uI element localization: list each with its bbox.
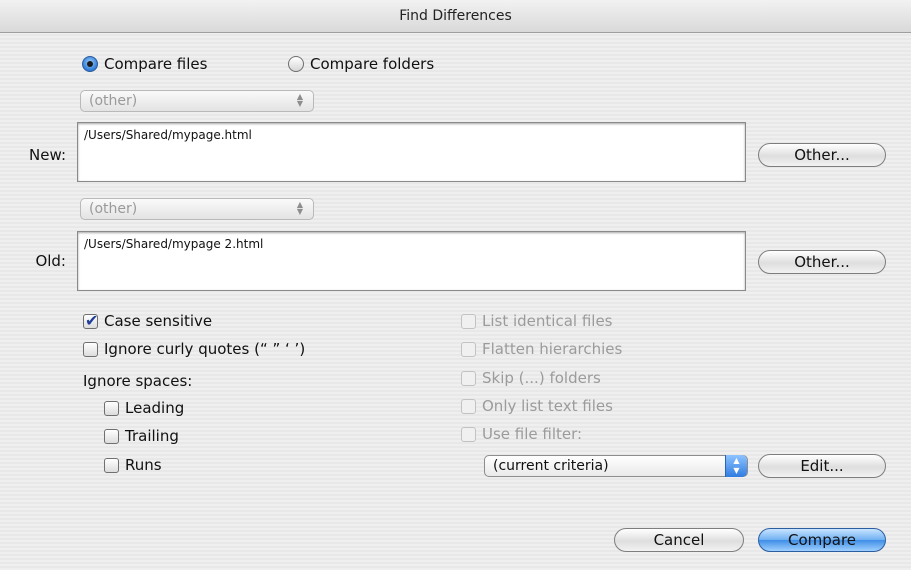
new-path-value: /Users/Shared/mypage.html	[84, 128, 252, 142]
ignore-spaces-label: Ignore spaces:	[83, 372, 193, 390]
new-file-popup[interactable]: (other) ▲ ▼	[80, 90, 314, 112]
checkbox-icon	[461, 313, 476, 329]
compare-files-radio[interactable]: Compare files	[82, 55, 207, 73]
checkbox-icon	[104, 400, 119, 416]
trailing-checkbox[interactable]: Trailing	[104, 427, 179, 445]
only-text-files-checkbox[interactable]: Only list text files	[461, 397, 613, 415]
new-path-field[interactable]: /Users/Shared/mypage.html	[77, 122, 746, 182]
radio-selected-icon	[82, 56, 98, 72]
checkbox-icon	[104, 428, 119, 444]
skip-folders-checkbox[interactable]: Skip (...) folders	[461, 369, 601, 387]
case-sensitive-label: Case sensitive	[104, 312, 213, 330]
use-file-filter-checkbox[interactable]: Use file filter:	[461, 425, 582, 443]
updown-arrows-icon: ▲ ▼	[296, 92, 304, 108]
runs-checkbox[interactable]: Runs	[104, 456, 162, 474]
checkbox-icon	[104, 457, 119, 473]
skip-folders-label: Skip (...) folders	[482, 369, 601, 387]
compare-files-label: Compare files	[104, 55, 208, 73]
updown-arrows-icon: ▲ ▼	[296, 200, 304, 216]
updown-arrows-icon: ▲ ▼	[725, 455, 747, 477]
new-file-popup-value: (other)	[89, 93, 138, 109]
window-title: Find Differences	[399, 8, 512, 24]
flatten-hierarchies-checkbox[interactable]: Flatten hierarchies	[461, 340, 622, 358]
trailing-label: Trailing	[125, 427, 179, 445]
checkbox-icon	[461, 398, 476, 414]
compare-folders-radio[interactable]: Compare folders	[288, 55, 434, 73]
leading-checkbox[interactable]: Leading	[104, 399, 184, 417]
leading-label: Leading	[125, 399, 185, 417]
checkbox-icon	[461, 341, 476, 357]
file-filter-popup-value: (current criteria)	[493, 458, 609, 474]
checkbox-icon	[461, 426, 476, 442]
compare-folders-label: Compare folders	[310, 55, 435, 73]
cancel-button[interactable]: Cancel	[614, 528, 744, 552]
radio-unselected-icon	[288, 56, 304, 72]
old-path-field[interactable]: /Users/Shared/mypage 2.html	[77, 231, 746, 291]
ignore-curly-quotes-label: Ignore curly quotes (“ ” ‘ ’)	[104, 340, 306, 358]
old-file-popup-value: (other)	[89, 201, 138, 217]
list-identical-checkbox[interactable]: List identical files	[461, 312, 613, 330]
case-sensitive-checkbox[interactable]: Case sensitive	[83, 311, 213, 330]
checkbox-icon	[461, 370, 476, 386]
new-label: New:	[29, 146, 66, 164]
only-text-files-label: Only list text files	[482, 397, 613, 415]
checkbox-icon	[83, 341, 98, 357]
flatten-hierarchies-label: Flatten hierarchies	[482, 340, 623, 358]
use-file-filter-label: Use file filter:	[482, 425, 583, 443]
new-other-button[interactable]: Other...	[758, 143, 886, 167]
ignore-curly-quotes-checkbox[interactable]: Ignore curly quotes (“ ” ‘ ’)	[83, 340, 305, 358]
list-identical-label: List identical files	[482, 312, 613, 330]
old-file-popup[interactable]: (other) ▲ ▼	[80, 198, 314, 220]
runs-label: Runs	[125, 456, 162, 474]
old-path-value: /Users/Shared/mypage 2.html	[84, 237, 264, 251]
file-filter-popup[interactable]: (current criteria) ▲ ▼	[484, 455, 748, 477]
compare-button[interactable]: Compare	[758, 528, 886, 552]
checkmark-icon	[83, 311, 98, 330]
old-label: Old:	[35, 252, 66, 270]
old-other-button[interactable]: Other...	[758, 250, 886, 274]
window-titlebar: Find Differences	[0, 0, 911, 33]
edit-filter-button[interactable]: Edit...	[758, 454, 886, 478]
